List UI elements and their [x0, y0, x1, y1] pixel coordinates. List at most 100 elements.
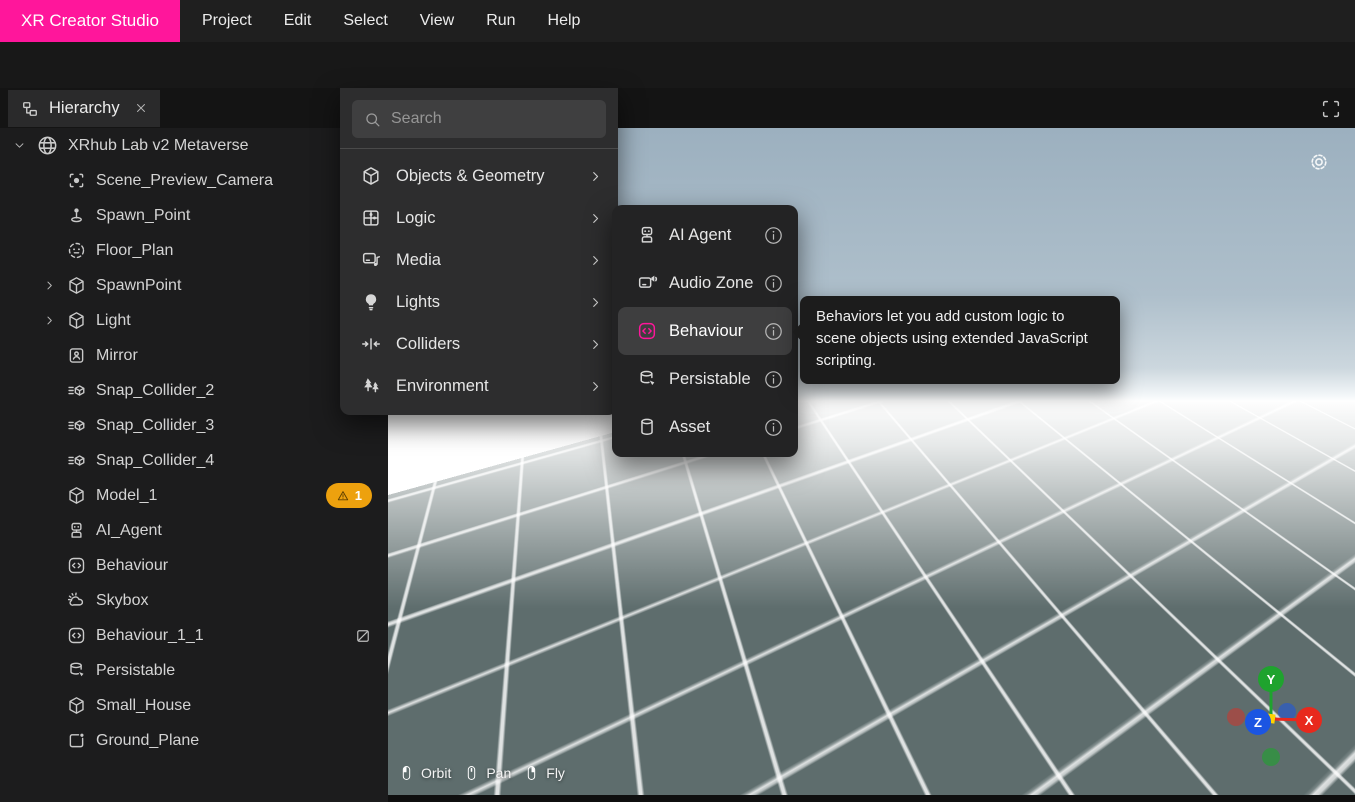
tree-item-skybox[interactable]: Skybox — [0, 583, 388, 618]
chev-right-icon — [587, 378, 604, 395]
search-icon-slot — [363, 110, 382, 129]
menu-item-label: Environment — [396, 377, 489, 396]
tree-item-label: Spawn_Point — [96, 207, 190, 225]
submenu-item-label: Persistable — [669, 370, 751, 389]
puzzle-icon — [360, 207, 382, 229]
menu-edit[interactable]: Edit — [268, 0, 328, 42]
media-icon — [360, 249, 382, 271]
tree-item-behaviour_1_1[interactable]: Behaviour_1_1 — [0, 618, 388, 653]
mouse-right-icon — [523, 761, 540, 785]
tree-item-label: Scene_Preview_Camera — [96, 172, 273, 190]
search-box[interactable] — [352, 100, 606, 138]
tab-hierarchy[interactable]: Hierarchy — [8, 90, 160, 127]
tree-item-label: Persistable — [96, 662, 175, 680]
tree-item-label: Snap_Collider_3 — [96, 417, 214, 435]
tree-item-label: Model_1 — [96, 487, 157, 505]
chev-right-icon — [42, 313, 57, 328]
mirror-icon — [66, 345, 87, 366]
tree-item-root[interactable]: XRhub Lab v2 Metaverse — [0, 128, 388, 163]
submenu-item-audio-zone[interactable]: Audio Zone — [618, 259, 792, 307]
submenu-item-behaviour[interactable]: Behaviour — [618, 307, 792, 355]
menu-help[interactable]: Help — [532, 0, 597, 42]
tree-item-spawnpoint[interactable]: SpawnPoint — [0, 268, 388, 303]
insert-menu-item-lights[interactable]: Lights — [340, 281, 618, 323]
persistable-icon — [66, 660, 87, 681]
panel-tab-strip — [0, 88, 1355, 128]
menu-project[interactable]: Project — [186, 0, 268, 42]
robot-icon — [636, 224, 658, 246]
tree-item-mirror[interactable]: Mirror — [0, 338, 388, 373]
tree-item-spawn_point[interactable]: Spawn_Point — [0, 198, 388, 233]
tree-item-floor_plan[interactable]: Floor_Plan — [0, 233, 388, 268]
tree-item-label: Mirror — [96, 347, 138, 365]
spawn-icon — [66, 205, 87, 226]
gizmo-svg[interactable]: YZX — [1225, 660, 1335, 770]
tree-item-ai_agent[interactable]: AI_Agent — [0, 513, 388, 548]
axis-neg-y-handle — [1262, 748, 1280, 766]
expander[interactable] — [40, 278, 58, 293]
cube-solid-icon — [360, 165, 382, 187]
fullscreen-button[interactable] — [1320, 98, 1342, 120]
hierarchy-panel: XRhub Lab v2 Metaverse Scene_Preview_Cam… — [0, 128, 388, 802]
tree-item-snap_collider_2[interactable]: Snap_Collider_2 — [0, 373, 388, 408]
chev-right-icon — [587, 210, 604, 227]
submenu-item-label: AI Agent — [669, 226, 731, 245]
tree-item-behaviour[interactable]: Behaviour — [0, 548, 388, 583]
snap-collider-icon — [66, 450, 87, 471]
tree-item-label: AI_Agent — [96, 522, 162, 540]
menu-select[interactable]: Select — [327, 0, 403, 42]
asset-icon — [636, 416, 658, 438]
close-icon — [134, 101, 148, 115]
model-icon — [66, 485, 87, 506]
tree-item-light[interactable]: Light — [0, 303, 388, 338]
info-icon — [763, 369, 784, 390]
app-window: XR Creator Studio ProjectEditSelectViewR… — [0, 0, 1355, 802]
code-icon — [636, 320, 658, 342]
skybox-icon — [66, 590, 87, 611]
menu-item-label: Objects & Geometry — [396, 167, 545, 186]
submenu-item-ai-agent[interactable]: AI Agent — [618, 211, 792, 259]
tree-item-label: Snap_Collider_2 — [96, 382, 214, 400]
robot-icon — [66, 520, 87, 541]
tree-item-ground_plane[interactable]: Ground_Plane — [0, 723, 388, 758]
scene-settings-button[interactable] — [1307, 150, 1331, 174]
insert-menu-item-colliders[interactable]: Colliders — [340, 323, 618, 365]
tree-item-small_house[interactable]: Small_House — [0, 688, 388, 723]
warning-badge[interactable]: 1 — [326, 483, 372, 508]
collider-icon — [360, 333, 382, 355]
menu-separator — [340, 148, 618, 149]
tree-item-model_1[interactable]: Model_1 1 — [0, 478, 388, 513]
menu-item-label: Colliders — [396, 335, 460, 354]
menu-run[interactable]: Run — [470, 0, 531, 42]
hierarchy-tree: XRhub Lab v2 Metaverse Scene_Preview_Cam… — [0, 128, 388, 758]
svg-text:Z: Z — [1254, 715, 1262, 730]
app-logo[interactable]: XR Creator Studio — [0, 0, 180, 42]
expander[interactable] — [40, 313, 58, 328]
insert-menu-item-logic[interactable]: Logic — [340, 197, 618, 239]
insert-menu-item-objects-geometry[interactable]: Objects & Geometry — [340, 155, 618, 197]
tree-item-label: Floor_Plan — [96, 242, 173, 260]
tree-item-snap_collider_3[interactable]: Snap_Collider_3 — [0, 408, 388, 443]
info-icon — [763, 321, 784, 342]
tree-item-snap_collider_4[interactable]: Snap_Collider_4 — [0, 443, 388, 478]
submenu-item-persistable[interactable]: Persistable — [618, 355, 792, 403]
tree-item-persistable[interactable]: Persistable — [0, 653, 388, 688]
axis-gizmo[interactable]: YZX — [1225, 660, 1335, 770]
chev-right-icon — [587, 168, 604, 185]
submenu-item-asset[interactable]: Asset — [618, 403, 792, 451]
tree-item-label: Light — [96, 312, 131, 330]
search-input[interactable] — [391, 110, 598, 128]
insert-menu-item-media[interactable]: Media — [340, 239, 618, 281]
insert-menu-item-environment[interactable]: Environment — [340, 365, 618, 407]
nav-hint-pan: Pan — [463, 761, 511, 785]
close-tab-button[interactable] — [129, 100, 148, 118]
menu-view[interactable]: View — [404, 0, 470, 42]
warn-icon — [336, 489, 350, 503]
snap-collider-icon — [66, 380, 87, 401]
tree-item-label: Behaviour — [96, 557, 168, 575]
code-icon — [66, 555, 87, 576]
gear-icon — [1307, 150, 1331, 174]
nav-hint-fly: Fly — [523, 761, 565, 785]
expander-icon-slot[interactable] — [10, 138, 28, 153]
tree-item-scene_preview_camera[interactable]: Scene_Preview_Camera — [0, 163, 388, 198]
